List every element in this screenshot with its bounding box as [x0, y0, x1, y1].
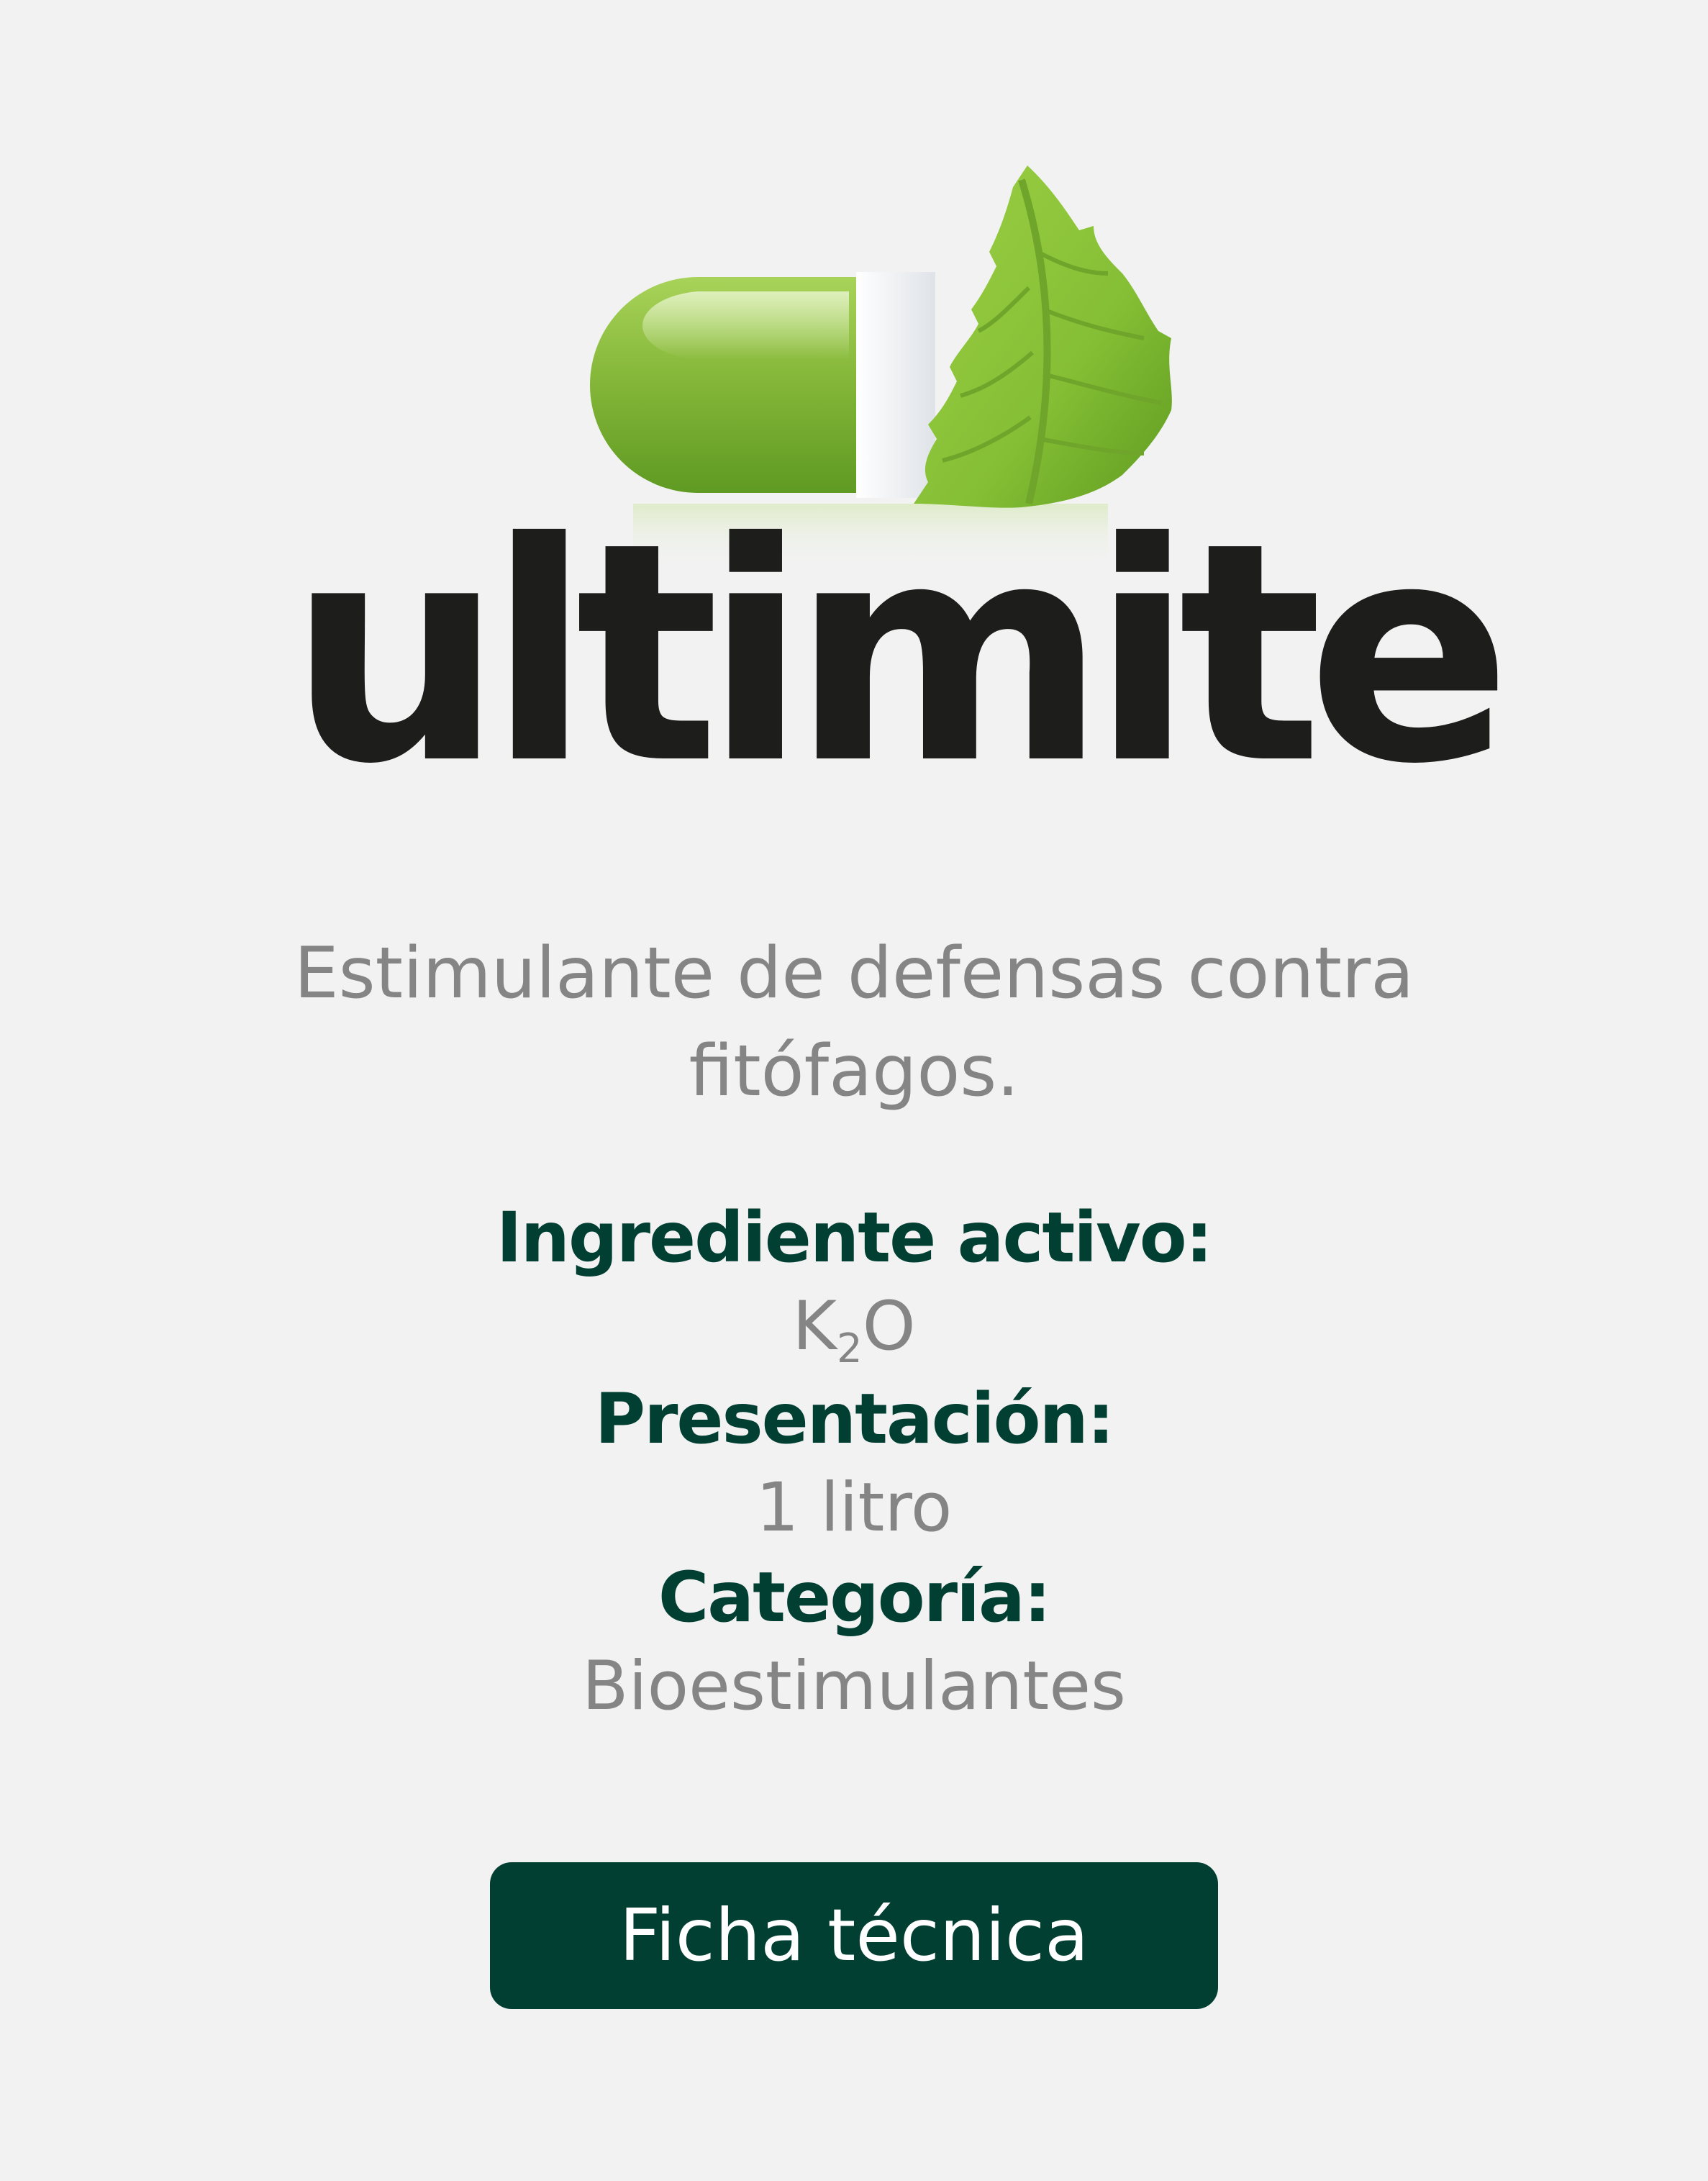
- logo-wordmark: ultimite: [288, 479, 1512, 830]
- product-description: Estimulante de defensas contra fitófagos…: [294, 933, 1414, 1112]
- product-logo: ultimite: [273, 165, 1512, 830]
- category-value: Bioestimulantes: [582, 1647, 1126, 1726]
- ingredient-label: Ingrediente activo:: [496, 1197, 1213, 1278]
- datasheet-button[interactable]: Ficha técnica: [490, 1862, 1218, 2009]
- ingredient-value-subscript: 2: [837, 1325, 863, 1372]
- spec-presentation: Presentación: 1 litro: [144, 1376, 1564, 1554]
- presentation-value: 1 litro: [755, 1469, 953, 1547]
- ingredient-value-base: K: [792, 1287, 837, 1366]
- spec-category: Categoría: Bioestimulantes: [144, 1554, 1564, 1733]
- ingredient-value: K2O: [144, 1281, 1564, 1373]
- ingredient-value-tail: O: [862, 1287, 916, 1366]
- category-label: Categoría:: [658, 1557, 1051, 1638]
- product-card: ultimite Estimulante de defensas contra …: [0, 0, 1708, 2181]
- spec-ingredient: Ingrediente activo: K2O: [144, 1194, 1564, 1373]
- presentation-label: Presentación:: [594, 1379, 1115, 1459]
